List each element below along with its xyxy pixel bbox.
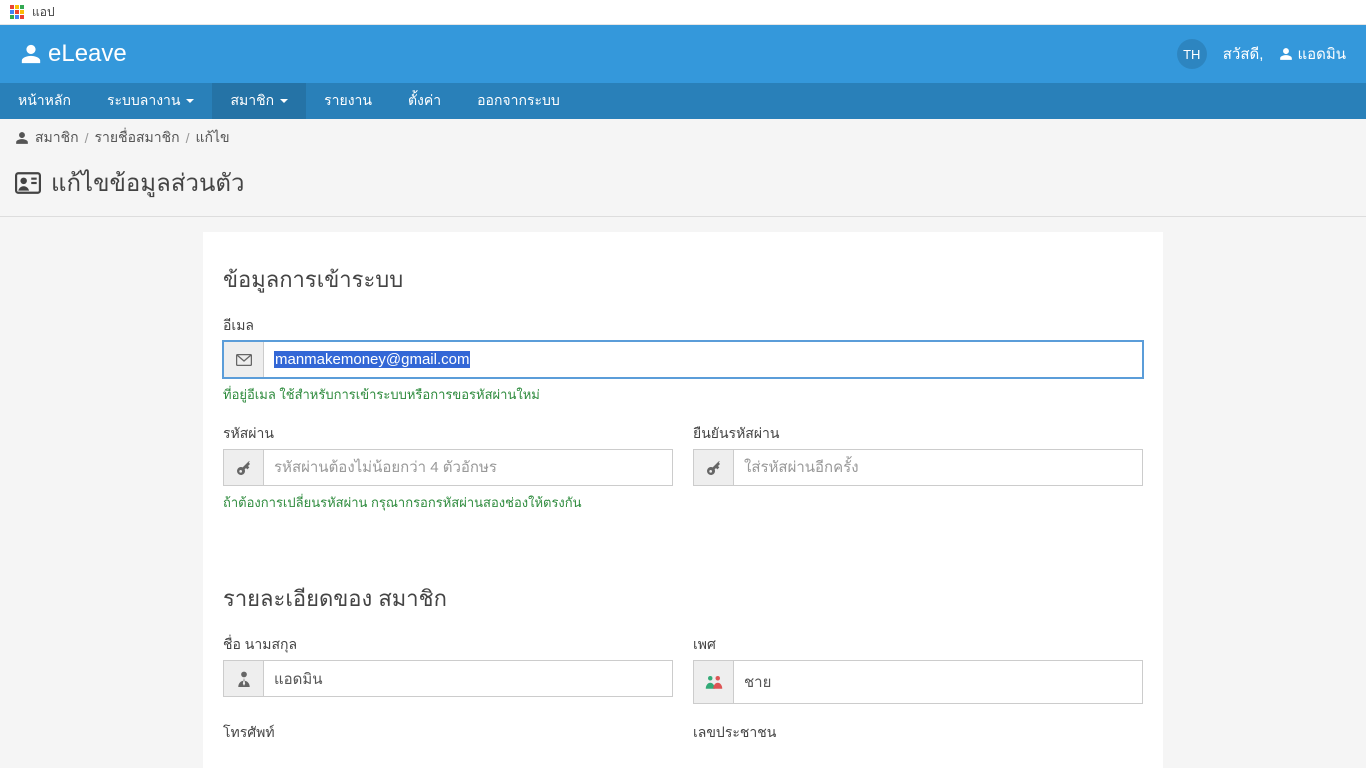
email-input-group: manmakemoney@gmail.com: [223, 341, 1143, 378]
language-badge[interactable]: TH: [1177, 39, 1207, 69]
email-field[interactable]: manmakemoney@gmail.com: [264, 342, 1142, 377]
user-icon: [20, 43, 42, 65]
key-icon: [224, 450, 264, 485]
section-login-title: ข้อมูลการเข้าระบบ: [223, 262, 1143, 297]
page-title-bar: แก้ไขข้อมูลส่วนตัว: [0, 157, 1366, 217]
brand-text: eLeave: [48, 40, 127, 68]
gender-select-group[interactable]: ชาย: [693, 660, 1143, 704]
breadcrumb: สมาชิก / รายชื่อสมาชิก / แก้ไข: [0, 119, 1366, 157]
envelope-icon: [224, 342, 264, 377]
brand[interactable]: eLeave: [20, 40, 127, 68]
name-field[interactable]: [264, 661, 672, 696]
email-value-selected: manmakemoney@gmail.com: [274, 351, 470, 368]
password-field[interactable]: [264, 450, 672, 485]
key-icon: [694, 450, 734, 485]
password-input-group: [223, 449, 673, 486]
form-panel: ข้อมูลการเข้าระบบ อีเมล manmakemoney@gma…: [203, 232, 1163, 768]
section-member-title: รายละเอียดของ สมาชิก: [223, 581, 1143, 616]
breadcrumb-sep: /: [186, 130, 190, 146]
breadcrumb-sep: /: [85, 130, 89, 146]
nav-logout[interactable]: ออกจากระบบ: [459, 83, 578, 119]
nav-leave-label: ระบบลางาน: [107, 90, 181, 112]
breadcrumb-edit: แก้ไข: [196, 127, 230, 149]
gender-value: ชาย: [734, 661, 1142, 703]
user-name: แอดมิน: [1297, 42, 1346, 66]
page-title: แก้ไขข้อมูลส่วนตัว: [51, 163, 244, 202]
name-label: ชื่อ นามสกุล: [223, 634, 673, 656]
password-help: ถ้าต้องการเปลี่ยนรหัสผ่าน กรุณากรอกรหัสผ…: [223, 492, 673, 513]
password-label: รหัสผ่าน: [223, 423, 673, 445]
confirm-input-group: [693, 449, 1143, 486]
nav-report[interactable]: รายงาน: [306, 83, 390, 119]
email-label: อีเมล: [223, 315, 1143, 337]
nav-member[interactable]: สมาชิก: [212, 83, 306, 119]
confirm-field[interactable]: [734, 450, 1142, 485]
id-label: เลขประชาชน: [693, 722, 1143, 744]
confirm-label: ยืนยันรหัสผ่าน: [693, 423, 1143, 445]
chevron-down-icon: [280, 99, 288, 103]
id-card-icon: [15, 172, 41, 194]
browser-apps-bar: แอป: [0, 0, 1366, 25]
name-input-group: [223, 660, 673, 697]
chevron-down-icon: [186, 99, 194, 103]
apps-label[interactable]: แอป: [32, 3, 55, 22]
apps-grid-icon[interactable]: [10, 5, 24, 19]
app-header: eLeave TH สวัสดี, แอดมิน: [0, 25, 1366, 83]
user-icon: [15, 131, 29, 145]
user-icon: [1279, 47, 1293, 61]
greeting-text: สวัสดี,: [1223, 42, 1264, 66]
breadcrumb-list[interactable]: รายชื่อสมาชิก: [95, 127, 180, 149]
breadcrumb-member[interactable]: สมาชิก: [35, 127, 79, 149]
nav-member-label: สมาชิก: [230, 90, 274, 112]
person-tie-icon: [224, 661, 264, 696]
nav-home[interactable]: หน้าหลัก: [0, 83, 89, 119]
people-icon: [694, 661, 734, 703]
nav-leave[interactable]: ระบบลางาน: [89, 83, 213, 119]
current-user[interactable]: แอดมิน: [1279, 42, 1346, 66]
email-help: ที่อยู่อีเมล ใช้สำหรับการเข้าระบบหรือการ…: [223, 384, 1143, 405]
nav-settings[interactable]: ตั้งค่า: [390, 83, 459, 119]
main-nav: หน้าหลัก ระบบลางาน สมาชิก รายงาน ตั้งค่า…: [0, 83, 1366, 119]
phone-label: โทรศัพท์: [223, 722, 673, 744]
gender-label: เพศ: [693, 634, 1143, 656]
